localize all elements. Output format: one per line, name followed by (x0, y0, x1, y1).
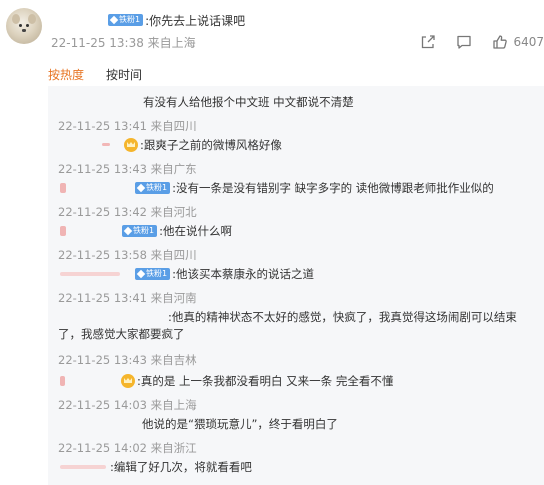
reply-text: 他说的是“猥琐玩意儿”，终于看明白了 (142, 417, 338, 431)
post-header: 铁粉1 :你先去上说话课吧 22-11-25 13:38 来自上海 6407 (0, 0, 544, 60)
redacted-username (60, 226, 66, 236)
crown-icon (124, 138, 138, 152)
like-count: 6407 (513, 35, 544, 49)
reply-meta: 22-11-25 14:02 来自浙江 (58, 441, 197, 455)
reply-text: :跟爽子之前的微博风格好像 (140, 138, 282, 152)
reply-content: 铁粉1 :没有一条是没有错别字 缺字多字的 读他微博跟老师批作业似的 (135, 180, 494, 196)
tab-by-hot[interactable]: 按热度 (48, 66, 84, 83)
reply-text-continued: 了，我感觉大家都要疯了 (58, 327, 185, 341)
share-icon (422, 35, 436, 49)
sort-tabs: 按热度 按时间 (48, 66, 164, 83)
like-button[interactable]: 6407 (492, 34, 544, 50)
reply-content: :真的是 上一条我都没看明白 又来一条 完全看不懂 (121, 373, 393, 389)
reply-meta: 22-11-25 13:42 来自河北 (58, 205, 197, 219)
reply-meta: 22-11-25 13:58 来自四川 (58, 248, 197, 262)
reply-text: :他真的精神状态不太好的感觉，快疯了，我真觉得这场闹剧可以结束 (168, 310, 517, 324)
reply-meta: 22-11-25 13:43 来自吉林 (58, 353, 197, 367)
reply-meta: 22-11-25 14:03 来自上海 (58, 398, 197, 412)
reply-meta: 22-11-25 13:43 来自广东 (58, 162, 197, 176)
share-button[interactable] (420, 34, 436, 50)
thumbs-up-icon (493, 35, 508, 49)
fan-badge: 铁粉1 (108, 14, 144, 26)
reply-text: :他该买本蔡康永的说话之道 (172, 267, 314, 281)
reply-meta: 22-11-25 13:41 来自四川 (58, 119, 197, 133)
diamond-icon (136, 269, 146, 279)
crown-icon (121, 374, 135, 388)
redacted-username (60, 376, 65, 386)
reply-list: 有没有人给他报个中文班 中文都说不清楚 22-11-25 13:41 来自四川 … (48, 86, 544, 485)
diamond-icon (123, 226, 133, 236)
reply-text: :他在说什么啊 (159, 224, 232, 238)
redacted-username (102, 143, 110, 146)
reply-content: 铁粉1 :他该买本蔡康永的说话之道 (135, 266, 314, 282)
user-avatar[interactable] (6, 8, 42, 44)
comment-icon (457, 35, 472, 49)
post-actions: 6407 (400, 32, 544, 52)
diamond-icon (109, 15, 119, 25)
fan-badge: 铁粉1 (135, 182, 171, 194)
comment-button[interactable] (456, 34, 472, 50)
reply-meta: 22-11-25 13:41 来自河南 (58, 291, 197, 305)
reply-content: :跟爽子之前的微博风格好像 (124, 137, 282, 153)
reply-text: :没有一条是没有错别字 缺字多字的 读他微博跟老师批作业似的 (172, 181, 494, 195)
post-meta: 22-11-25 13:38 来自上海 (51, 36, 196, 50)
redacted-username (60, 465, 106, 469)
fan-badge: 铁粉1 (135, 268, 171, 280)
post-content: 铁粉1 :你先去上说话课吧 (108, 12, 245, 28)
post-text: :你先去上说话课吧 (145, 13, 246, 28)
fan-badge: 铁粉1 (122, 225, 158, 237)
diamond-icon (136, 183, 146, 193)
redacted-username (60, 272, 120, 276)
reply-content: 铁粉1 :他在说什么啊 (122, 223, 232, 239)
reply-text: 有没有人给他报个中文班 中文都说不清楚 (143, 95, 354, 109)
reply-text: :编辑了好几次，将就看看吧 (110, 460, 252, 474)
redacted-username (60, 183, 66, 193)
reply-text: :真的是 上一条我都没看明白 又来一条 完全看不懂 (137, 374, 394, 388)
tab-by-time[interactable]: 按时间 (106, 66, 142, 83)
